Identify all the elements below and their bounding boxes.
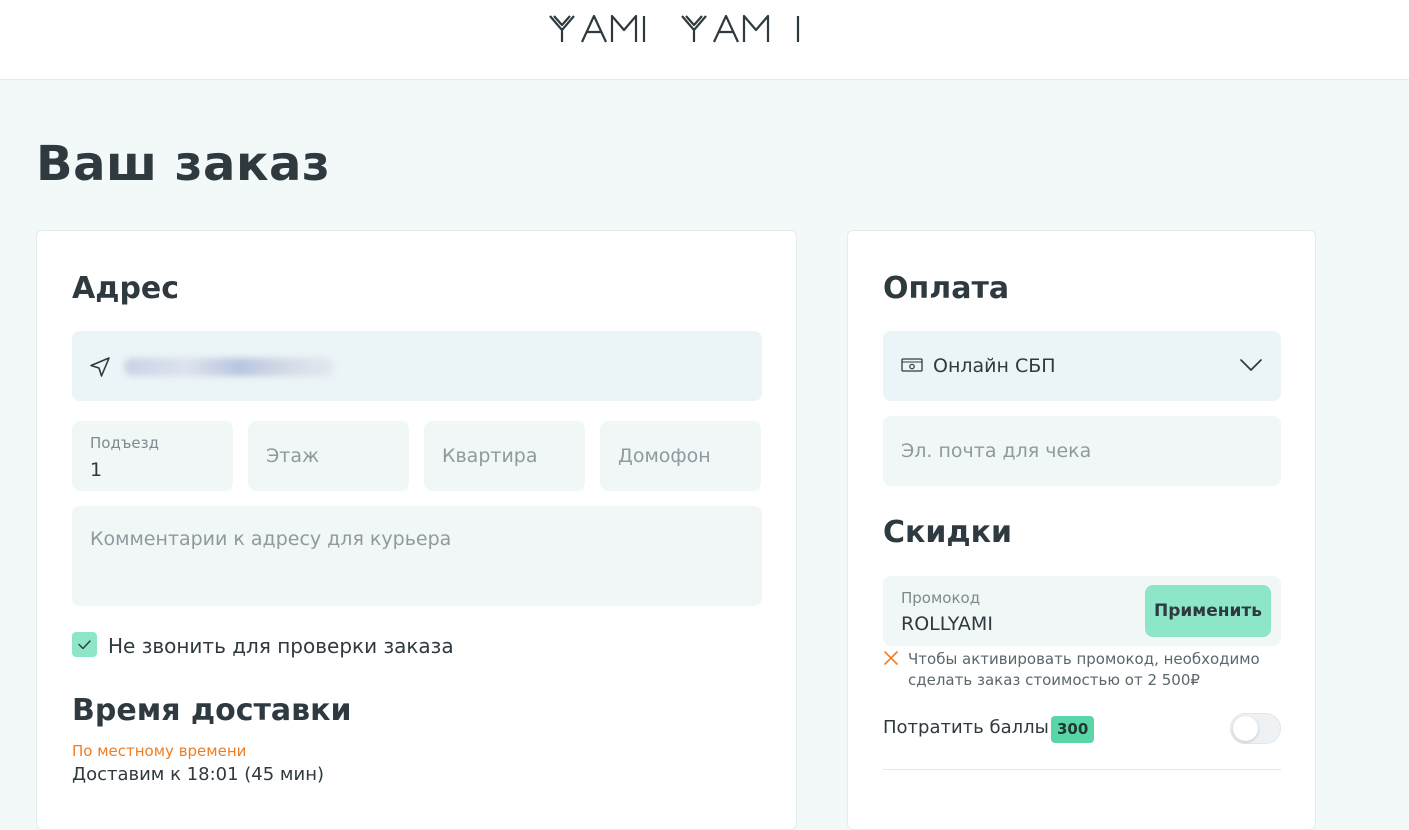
address-card: Адрес Подъезд 1 Этаж Квартира Домофон Ко… (36, 230, 797, 830)
entrance-field[interactable]: Подъезд 1 (72, 421, 233, 491)
payment-method-select[interactable]: Онлайн СБП (883, 331, 1281, 401)
floor-placeholder: Этаж (266, 445, 320, 467)
toggle-knob (1233, 716, 1258, 741)
intercom-field[interactable]: Домофон (600, 421, 761, 491)
promo-code-input[interactable]: Промокод ROLLYAMI Применить (883, 576, 1281, 646)
address-value-redacted (124, 358, 334, 376)
apply-promo-button[interactable]: Применить (1145, 585, 1271, 637)
points-badge: 300 (1051, 716, 1095, 743)
no-call-label[interactable]: Не звонить для проверки заказа (108, 634, 454, 658)
page-title: Ваш заказ (36, 136, 331, 192)
comment-placeholder: Комментарии к адресу для курьера (90, 528, 452, 550)
promo-value: ROLLYAMI (901, 613, 993, 635)
cash-icon (901, 358, 923, 372)
apartment-field[interactable]: Квартира (424, 421, 585, 491)
apartment-placeholder: Квартира (442, 445, 538, 467)
floor-field[interactable]: Этаж (248, 421, 409, 491)
promo-label: Промокод (901, 589, 981, 607)
receipt-email-input[interactable]: Эл. почта для чека (883, 416, 1281, 486)
email-placeholder: Эл. почта для чека (901, 440, 1092, 462)
payment-card: Оплата Онлайн СБП Эл. почта для чека Ски… (847, 230, 1316, 830)
address-title: Адрес (72, 271, 180, 306)
delivery-eta: Доставим к 18:01 (45 мин) (72, 764, 324, 785)
delivery-time-title: Время доставки (72, 693, 352, 728)
entrance-value: 1 (90, 459, 103, 481)
entrance-label: Подъезд (90, 434, 160, 452)
checkmark-icon (78, 640, 91, 650)
spend-points-label: Потратить баллы (883, 717, 1049, 738)
navigation-arrow-icon (90, 357, 110, 377)
intercom-placeholder: Домофон (618, 445, 711, 467)
payment-method-value: Онлайн СБП (933, 355, 1056, 377)
yami-yami-logo[interactable] (548, 12, 804, 48)
local-time-note: По местному времени (72, 742, 247, 760)
promo-error-message: Чтобы активировать промокод, необходимо … (908, 650, 1260, 689)
chevron-down-icon[interactable] (1239, 357, 1263, 373)
address-input[interactable] (72, 331, 762, 401)
divider (883, 769, 1281, 770)
address-comment-textarea[interactable]: Комментарии к адресу для курьера (72, 506, 762, 606)
discounts-title: Скидки (883, 515, 1013, 550)
payment-title: Оплата (883, 271, 1010, 306)
close-icon (884, 651, 898, 665)
site-header (0, 0, 1409, 80)
spend-points-toggle[interactable] (1230, 713, 1281, 744)
no-call-checkbox[interactable] (72, 632, 97, 657)
